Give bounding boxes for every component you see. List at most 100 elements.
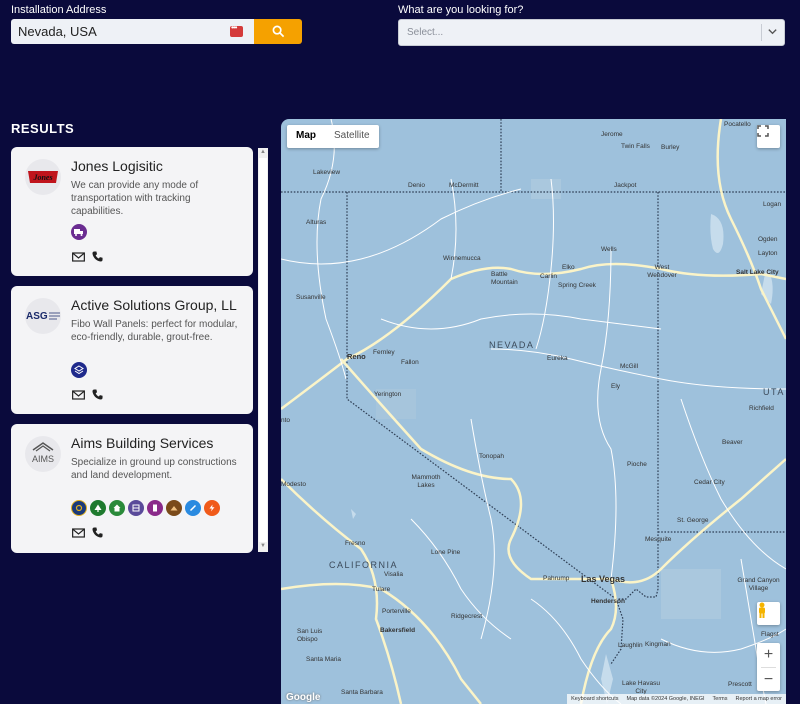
address-input[interactable] bbox=[11, 19, 221, 44]
select-divider bbox=[761, 24, 762, 41]
city-label: Modesto bbox=[281, 481, 306, 488]
email-icon[interactable] bbox=[72, 389, 85, 400]
contact-actions bbox=[72, 389, 103, 400]
result-card[interactable]: AIMS Aims Building Services Specialize i… bbox=[11, 424, 253, 553]
city-label: Winnemucca bbox=[443, 255, 481, 262]
zoom-control: + − bbox=[757, 643, 780, 691]
tab-satellite[interactable]: Satellite bbox=[325, 125, 379, 148]
scrollbar-thumb[interactable] bbox=[259, 158, 267, 542]
service-badges bbox=[71, 224, 87, 240]
result-card[interactable]: ASG Active Solutions Group, LL Fibo Wall… bbox=[11, 286, 253, 414]
street-view-button[interactable] bbox=[757, 602, 780, 625]
pen-icon[interactable] bbox=[185, 500, 201, 516]
truck-icon[interactable] bbox=[71, 224, 87, 240]
category-select[interactable]: Select... bbox=[398, 19, 785, 46]
city-label: nto bbox=[281, 417, 291, 424]
city-label: Pocatello bbox=[724, 121, 751, 128]
search-button[interactable] bbox=[254, 19, 302, 44]
results-scrollbar[interactable]: ▲ ▼ bbox=[258, 148, 268, 552]
map-view[interactable]: Pocatello Jerome Twin Falls Burley Lakev… bbox=[281, 119, 786, 704]
city-label: Twin Falls bbox=[621, 143, 650, 150]
state-label-california: CALIFORNIA bbox=[329, 560, 399, 570]
svg-text:Jones: Jones bbox=[32, 173, 52, 182]
city-label: Carlin bbox=[540, 273, 557, 280]
aims-logo: AIMS bbox=[25, 436, 61, 472]
city-label: Fallon bbox=[401, 359, 419, 366]
map-canvas bbox=[281, 119, 786, 704]
city-label: Mesquite bbox=[645, 536, 672, 543]
tab-map[interactable]: Map bbox=[287, 125, 325, 148]
map-type-control: Map Satellite bbox=[287, 125, 379, 148]
terms-link[interactable]: Terms bbox=[713, 696, 728, 702]
city-label: Jackpot bbox=[614, 182, 637, 189]
scroll-up-icon[interactable]: ▲ bbox=[260, 149, 266, 155]
city-label: Wells bbox=[601, 246, 617, 253]
service-badges bbox=[71, 500, 220, 516]
house-icon[interactable] bbox=[109, 500, 125, 516]
phone-icon[interactable] bbox=[92, 527, 103, 538]
city-label: Pioche bbox=[627, 461, 647, 468]
city-label: Fernley bbox=[373, 349, 395, 356]
chevron-down-icon[interactable] bbox=[767, 26, 778, 37]
tree-icon[interactable] bbox=[90, 500, 106, 516]
city-label: Ogden bbox=[758, 236, 778, 243]
results-title: RESULTS bbox=[11, 121, 75, 136]
panel-icon[interactable] bbox=[128, 500, 144, 516]
report-error-link[interactable]: Report a map error bbox=[736, 696, 782, 702]
city-label: Susanville bbox=[296, 294, 326, 301]
select-placeholder: Select... bbox=[407, 27, 444, 38]
city-label: Santa Barbara bbox=[341, 689, 383, 696]
city-label: Richfield bbox=[749, 405, 774, 412]
city-label: Denio bbox=[408, 182, 425, 189]
city-label: Fresno bbox=[345, 540, 366, 547]
jones-logo: Jones bbox=[25, 159, 61, 195]
looking-label: What are you looking for? bbox=[398, 4, 524, 16]
city-label: Cedar City bbox=[694, 479, 725, 486]
city-label: Bakersfield bbox=[380, 627, 416, 634]
zoom-out-button[interactable]: − bbox=[757, 668, 780, 692]
company-name[interactable]: Jones Logisitic bbox=[71, 158, 163, 174]
company-description: We can provide any mode of transportatio… bbox=[71, 180, 199, 217]
city-label: Elko bbox=[562, 264, 575, 271]
bolt-icon[interactable] bbox=[204, 500, 220, 516]
building-icon[interactable] bbox=[147, 500, 163, 516]
company-name[interactable]: Active Solutions Group, LL bbox=[71, 297, 237, 313]
phone-icon[interactable] bbox=[92, 251, 103, 262]
address-field[interactable] bbox=[11, 19, 254, 44]
city-label: Spring Creek bbox=[558, 282, 596, 289]
result-card[interactable]: Jones Jones Logisitic We can provide any… bbox=[11, 147, 253, 276]
tool-icon[interactable] bbox=[71, 500, 87, 516]
contact-actions bbox=[72, 527, 103, 538]
city-label: Beaver bbox=[722, 439, 743, 446]
city-label: Tonopah bbox=[479, 453, 504, 460]
city-label: Henderson bbox=[591, 598, 625, 605]
city-label: Burley bbox=[661, 144, 680, 151]
city-label: Mammoth Lakes bbox=[411, 474, 441, 489]
city-label: Lakeview bbox=[313, 169, 341, 176]
scroll-down-icon[interactable]: ▼ bbox=[260, 543, 266, 549]
map-data-attribution: Map data ©2024 Google, INEGI bbox=[626, 696, 705, 702]
city-label: Flagst bbox=[761, 631, 779, 638]
keyboard-shortcuts-link[interactable]: Keyboard shortcuts bbox=[571, 696, 618, 702]
svg-text:AIMS: AIMS bbox=[32, 454, 54, 464]
layers-icon[interactable] bbox=[71, 362, 87, 378]
email-icon[interactable] bbox=[72, 527, 85, 538]
city-label: San Luis Obispo bbox=[297, 628, 323, 643]
phone-icon[interactable] bbox=[92, 389, 103, 400]
city-label: St. George bbox=[677, 517, 709, 524]
address-label: Installation Address bbox=[11, 4, 107, 16]
city-label: Grand Canyon Village bbox=[737, 577, 780, 592]
city-label: Las Vegas bbox=[581, 574, 626, 584]
dirt-icon[interactable] bbox=[166, 500, 182, 516]
email-icon[interactable] bbox=[72, 251, 85, 262]
company-name[interactable]: Aims Building Services bbox=[71, 435, 213, 451]
city-label: McDermitt bbox=[449, 182, 479, 189]
city-label: Jerome bbox=[601, 131, 623, 138]
svg-text:ASG: ASG bbox=[26, 311, 48, 322]
fullscreen-button[interactable] bbox=[757, 125, 780, 148]
city-label: Salt Lake City bbox=[736, 269, 779, 276]
zoom-in-button[interactable]: + bbox=[757, 643, 780, 667]
city-label: Reno bbox=[347, 352, 366, 361]
autofill-icon[interactable] bbox=[230, 23, 243, 37]
city-label: McGill bbox=[620, 363, 639, 370]
